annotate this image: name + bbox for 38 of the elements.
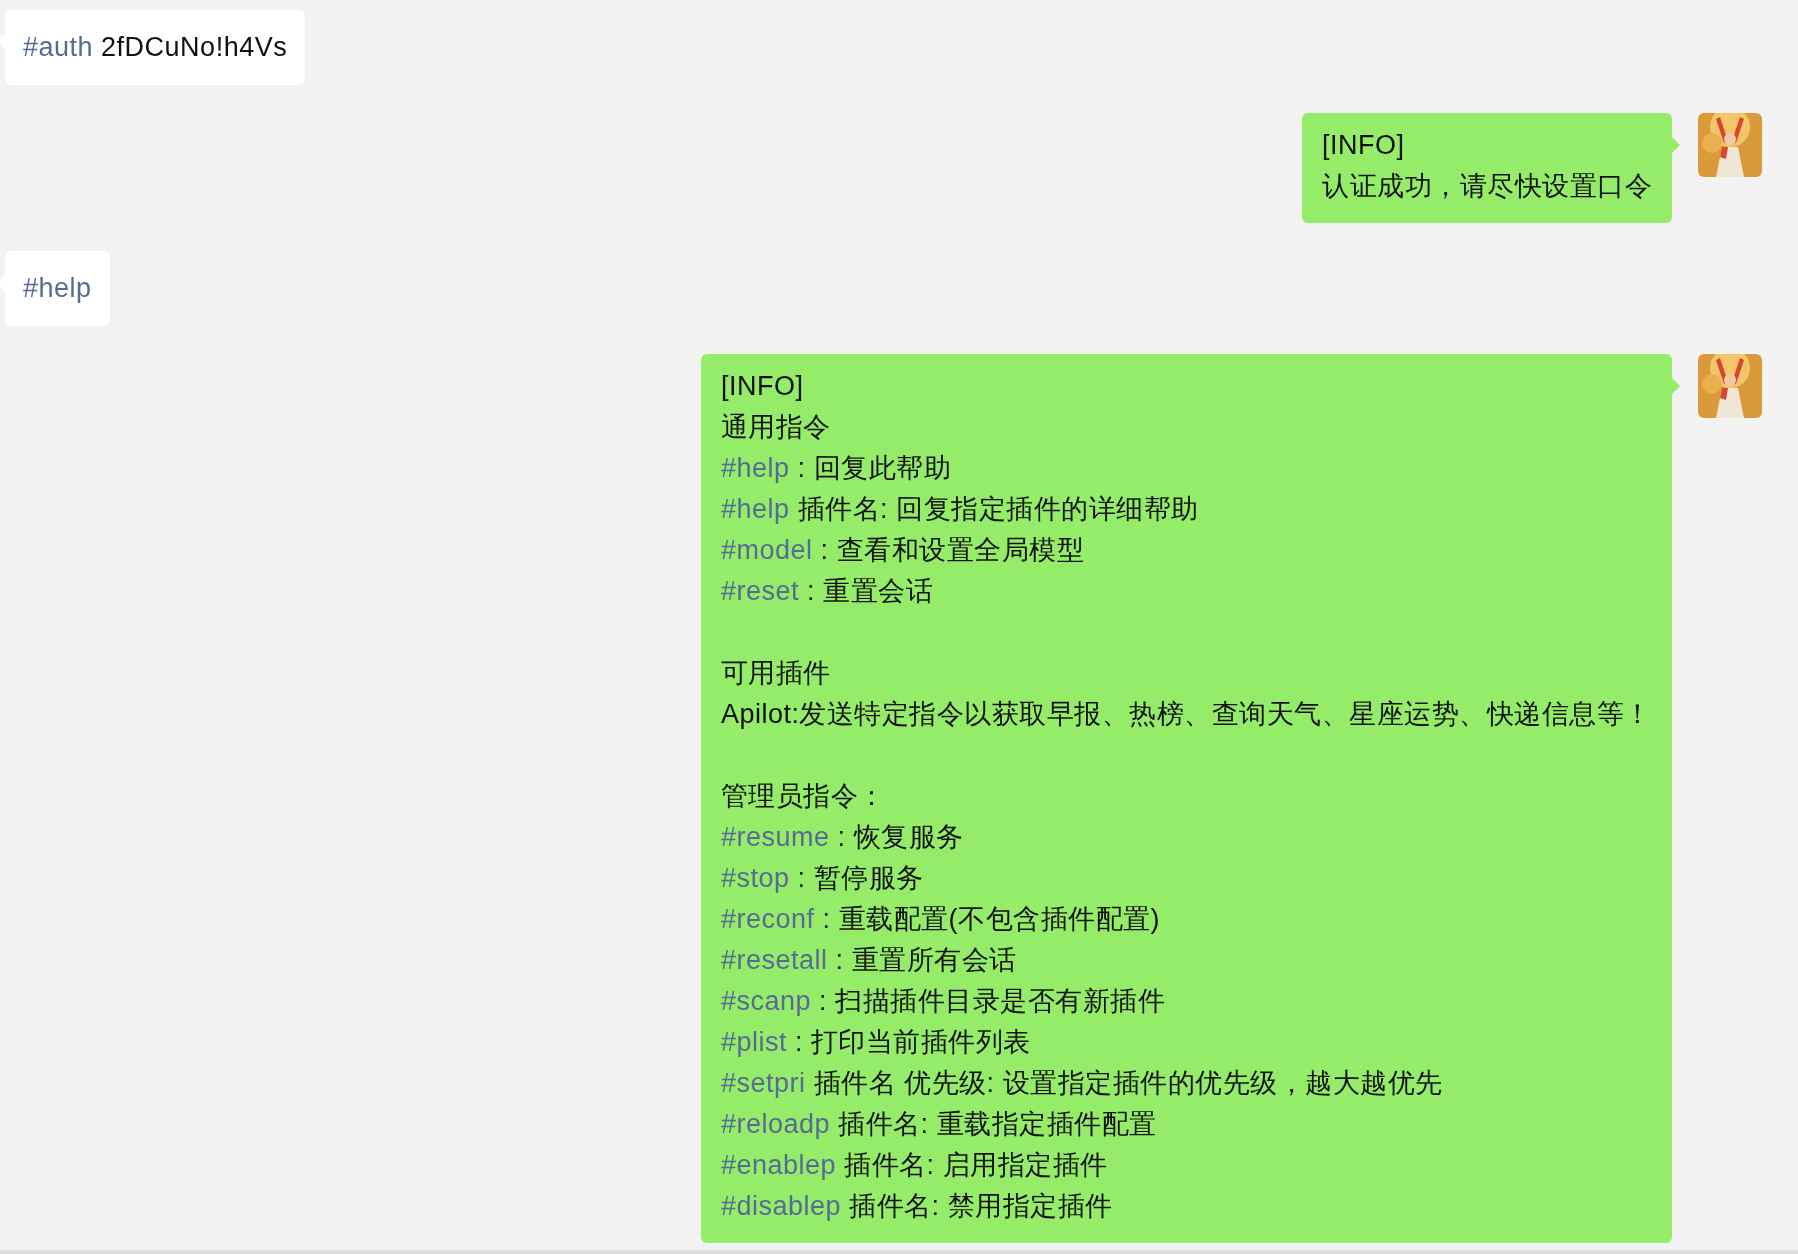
message-line: #stop : 暂停服务 xyxy=(720,862,925,895)
command-link[interactable]: #model xyxy=(720,535,813,565)
message-line: #resume : 恢复服务 xyxy=(720,821,965,854)
command-link[interactable]: #help xyxy=(23,268,92,309)
message-line: #plist : 打印当前插件列表 xyxy=(720,1026,1032,1059)
message-line: 管理员指令： xyxy=(720,780,887,813)
command-link[interactable]: #resume xyxy=(720,822,830,852)
command-link[interactable]: #resetall xyxy=(720,945,828,975)
command-link[interactable]: #scanp xyxy=(720,986,812,1016)
command-link[interactable]: #auth xyxy=(23,32,94,62)
message-line: #resetall : 重置所有会话 xyxy=(720,944,1018,977)
message-line: Apilot:发送特定指令以获取早报、热榜、查询天气、星座运势、快递信息等！ xyxy=(720,698,1652,731)
message-line: #auth 2fDCuNo!h4Vs xyxy=(23,31,288,64)
command-link[interactable]: #reconf xyxy=(720,904,815,934)
command-link[interactable]: #setpri xyxy=(720,1068,806,1098)
message-line: #reconf : 重载配置(不包含插件配置) xyxy=(720,903,1161,936)
message-line: [INFO] xyxy=(720,370,805,403)
message-line: 通用指令 xyxy=(720,411,832,444)
message-line: #model : 查看和设置全局模型 xyxy=(720,534,1086,567)
message-line: #setpri 插件名 优先级: 设置指定插件的优先级，越大越优先 xyxy=(720,1067,1444,1100)
message-line: #reloadp 插件名: 重载指定插件配置 xyxy=(720,1108,1158,1141)
command-link[interactable]: #plist xyxy=(720,1027,787,1057)
command-link[interactable]: #help xyxy=(720,494,790,524)
message-line: #disablep 插件名: 禁用指定插件 xyxy=(720,1190,1114,1223)
command-link[interactable]: #enablep xyxy=(720,1150,837,1180)
message-line: 可用插件 xyxy=(720,657,832,690)
message-line: #scanp : 扫描插件目录是否有新插件 xyxy=(720,985,1167,1018)
command-link[interactable]: #help xyxy=(720,453,790,483)
message-line: #reset : 重置会话 xyxy=(720,575,934,608)
message-line: 认证成功，请尽快设置口令 xyxy=(1322,170,1652,203)
command-link[interactable]: #stop xyxy=(720,863,790,893)
command-link[interactable]: #reloadp xyxy=(720,1109,831,1139)
command-link[interactable]: #reset xyxy=(720,576,799,606)
message-line: #help : 回复此帮助 xyxy=(720,452,953,485)
message-line: #help 插件名: 回复指定插件的详细帮助 xyxy=(720,493,1200,526)
command-link[interactable]: #disablep xyxy=(720,1191,842,1221)
message-line: #enablep 插件名: 启用指定插件 xyxy=(720,1149,1109,1182)
message-line: [INFO] xyxy=(1322,129,1406,162)
